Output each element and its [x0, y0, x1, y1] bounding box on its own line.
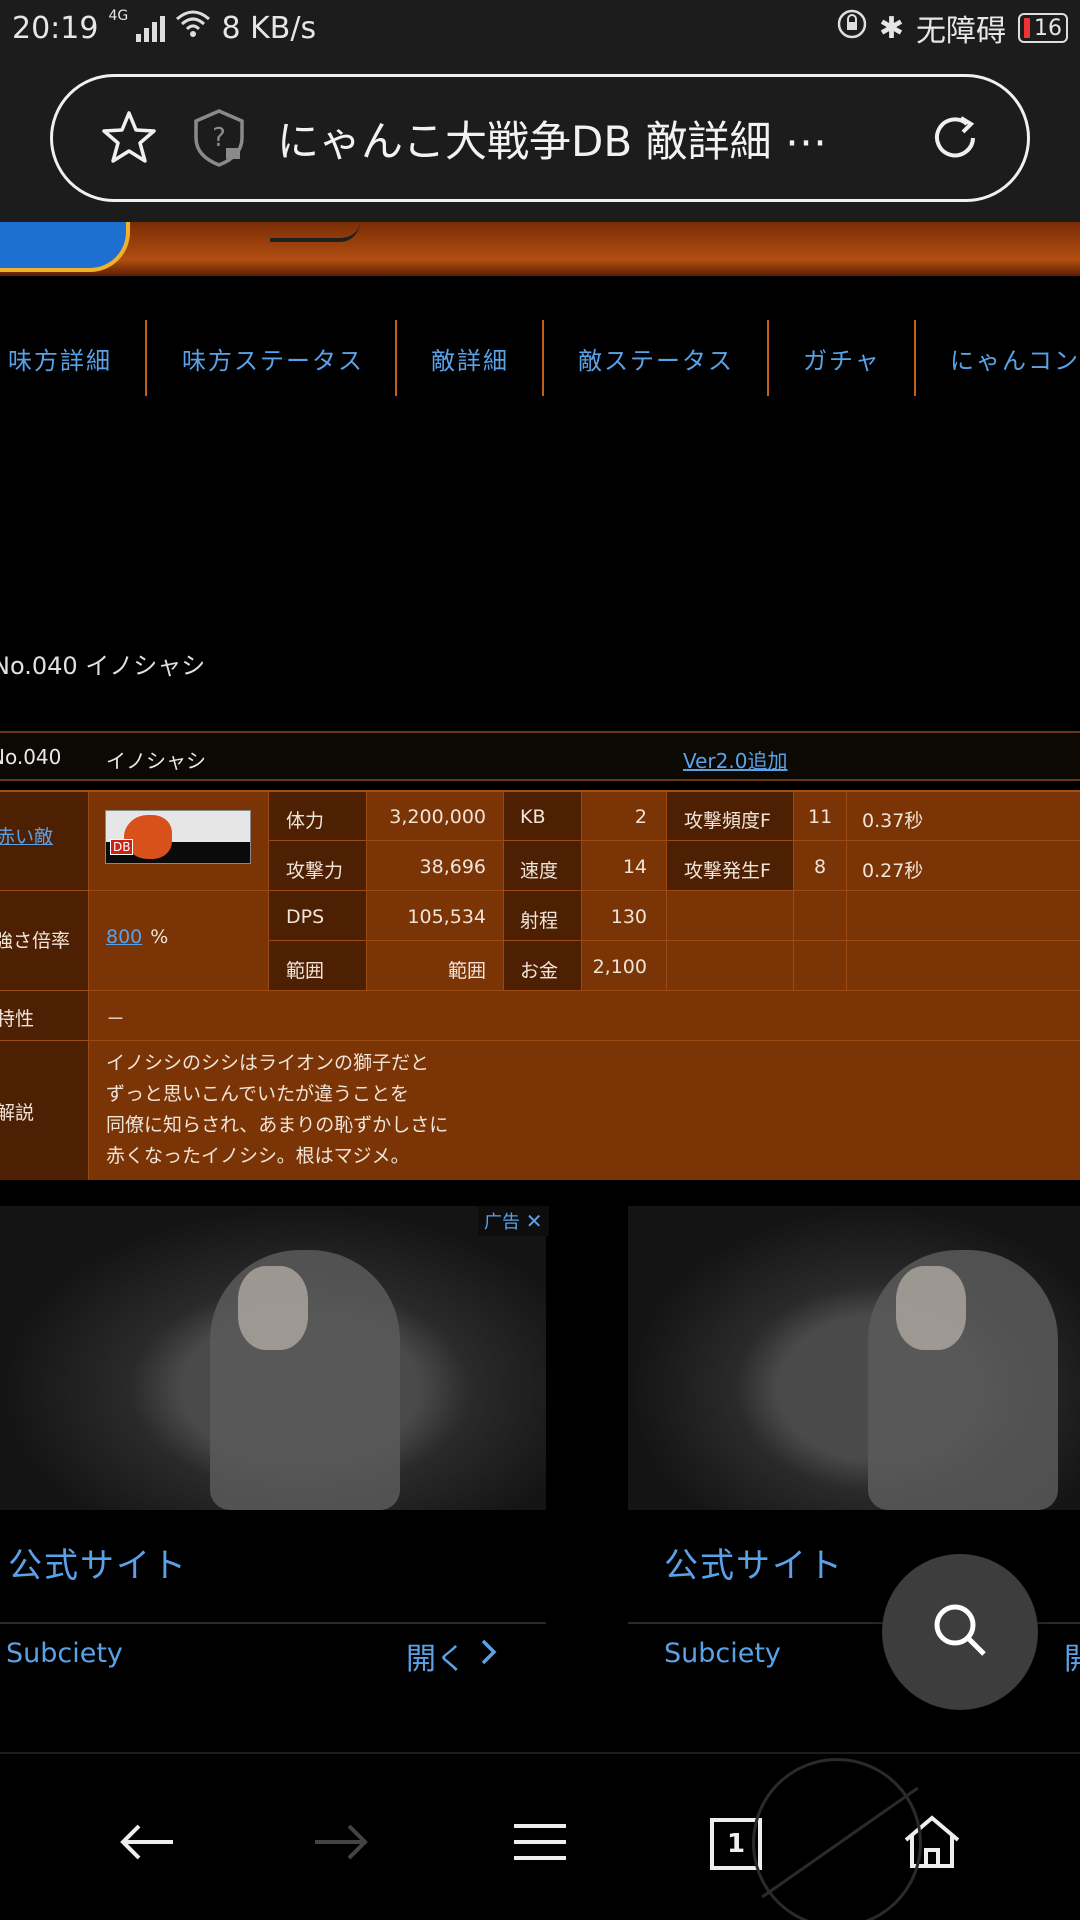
wifi-icon: [175, 9, 211, 47]
close-icon[interactable]: ✕: [526, 1209, 543, 1233]
nav-ally-detail[interactable]: 味方詳細: [8, 320, 112, 396]
ad-open-button[interactable]: 開: [1064, 1634, 1080, 1678]
site-nav: 味方詳細 味方ステータス 敵詳細 敵ステータス ガチャ にゃんコン: [0, 276, 1080, 442]
kb-label: KB: [520, 806, 546, 828]
address-bar[interactable]: ? にゃんこ大戦争DB 敵詳細 ⋯: [50, 74, 1030, 202]
attack-frequency-seconds: 0.37秒: [862, 810, 924, 832]
ad-site-title[interactable]: 公式サイト: [664, 1538, 844, 1587]
attack-hit-label: 攻撃発生F: [684, 860, 771, 882]
trait-value: －: [106, 1008, 126, 1030]
floating-search-button[interactable]: [882, 1554, 1038, 1710]
nav-enemy-status[interactable]: 敵ステータス: [578, 320, 734, 396]
attack-frequency-label: 攻撃頻度F: [684, 810, 771, 832]
nav-enemy-detail[interactable]: 敵詳細: [431, 320, 509, 396]
area-value: 範囲: [447, 960, 486, 982]
enemy-number: No.040: [0, 745, 62, 769]
svg-text:?: ?: [212, 123, 226, 153]
ad-badge[interactable]: 广告 ✕: [478, 1206, 549, 1236]
ad-image[interactable]: [0, 1206, 546, 1510]
accessibility-label: 无障碍: [916, 14, 1006, 49]
attack-frequency-frames: 11: [808, 806, 833, 828]
nav-gacha[interactable]: ガチャ: [803, 320, 881, 396]
arrow-right-icon: [313, 1822, 371, 1866]
ad-brand[interactable]: Subciety: [6, 1638, 123, 1669]
multiplier-unit: %: [150, 926, 169, 948]
attack-hit-frames: 8: [814, 856, 827, 878]
range-value: 130: [610, 906, 647, 928]
enemy-stats-table: 赤い敵 DB 強さ倍率 800 % 体力 3,200,000 KB 2 攻撃頻度…: [0, 790, 1080, 1180]
attack-label: 攻撃力: [286, 860, 344, 882]
area-label: 範囲: [286, 960, 325, 982]
tabs-count: 1: [726, 1829, 746, 1859]
multiplier-value[interactable]: 800: [106, 926, 142, 948]
ad-brand[interactable]: Subciety: [664, 1638, 781, 1669]
forward-button[interactable]: [302, 1804, 382, 1884]
range-label: 射程: [520, 910, 559, 932]
money-label: お金: [520, 960, 559, 982]
speed-label: 速度: [520, 860, 559, 882]
enemy-description: イノシシのシシはライオンの獅子だと ずっと思いこんでいたが違うことを 同僚に知ら…: [106, 1052, 449, 1167]
dps-value: 105,534: [407, 906, 486, 928]
dps-label: DPS: [286, 906, 325, 928]
reload-icon[interactable]: [923, 106, 987, 170]
menu-icon: [512, 1822, 568, 1866]
chevron-right-icon: [480, 1638, 498, 1674]
menu-button[interactable]: [500, 1804, 580, 1884]
enemy-unit-image: DB: [105, 810, 251, 864]
kb-value: 2: [634, 806, 647, 828]
battery-level: 16: [1034, 15, 1062, 41]
db-logo: DB: [110, 839, 134, 855]
trait-label: 特性: [0, 1008, 35, 1030]
browser-toolbar: ? にゃんこ大戦争DB 敵詳細 ⋯: [0, 56, 1080, 222]
enemy-name: イノシャシ: [106, 749, 206, 773]
money-value: 2,100: [592, 956, 647, 978]
version-link[interactable]: Ver2.0追加: [683, 749, 787, 773]
battery-icon: 16: [1018, 13, 1068, 43]
multiplier-label: 強さ倍率: [0, 930, 71, 952]
hp-label: 体力: [286, 810, 325, 832]
status-bar: 20:19 4G 8 KB/s ✱ 无障碍 16: [0, 0, 1080, 56]
site-logo: [0, 222, 130, 272]
network-type: 4G: [108, 8, 129, 24]
bookmark-star-icon[interactable]: [97, 106, 161, 170]
net-speed: 8 KB/s: [221, 10, 317, 46]
site-security-icon[interactable]: ?: [187, 106, 251, 170]
site-banner: [0, 222, 1080, 276]
page-title: No.040 イノシャシ: [0, 652, 206, 680]
hp-value: 3,200,000: [389, 806, 486, 828]
ad-image[interactable]: [628, 1206, 1080, 1510]
description-label: 解説: [0, 1102, 35, 1124]
search-icon: [930, 1600, 990, 1664]
ad-card[interactable]: 公式サイト Subciety 開く: [0, 1206, 546, 1686]
enemy-header-row: No.040 イノシャシ Ver2.0追加: [0, 731, 1080, 781]
attack-value: 38,696: [419, 856, 486, 878]
attack-hit-seconds: 0.27秒: [862, 860, 924, 882]
footprint-icon: [752, 1758, 922, 1920]
speed-value: 14: [622, 856, 647, 878]
ad-site-title[interactable]: 公式サイト: [8, 1538, 188, 1587]
nav-nyanko-con[interactable]: にゃんコン: [950, 320, 1080, 396]
clock: 20:19: [12, 10, 99, 46]
bluetooth-icon: ✱: [878, 10, 904, 46]
signal-icon: 4G: [108, 8, 166, 42]
back-button[interactable]: [106, 1804, 186, 1884]
lock-rotation-icon: [837, 9, 867, 47]
enemy-type-link[interactable]: 赤い敵: [0, 822, 53, 849]
ad-open-button[interactable]: 開く: [406, 1634, 498, 1678]
nav-ally-status[interactable]: 味方ステータス: [182, 320, 364, 396]
page-tab-title[interactable]: にゃんこ大戦争DB 敵詳細 ⋯: [277, 108, 923, 169]
arrow-left-icon: [117, 1822, 175, 1866]
